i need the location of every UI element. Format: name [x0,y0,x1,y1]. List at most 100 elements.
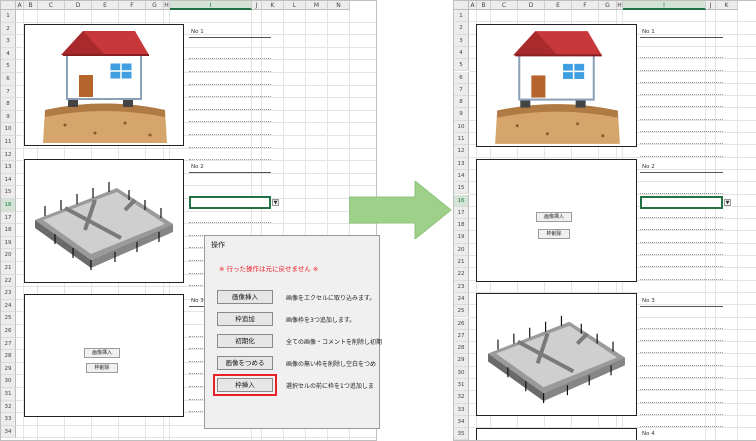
column-header-k[interactable]: K [262,1,284,10]
row-header-33[interactable]: 33 [454,403,469,416]
row-header-19[interactable]: 19 [1,236,16,250]
select-all-corner[interactable] [454,1,469,10]
comment-line[interactable] [640,118,723,120]
initialize-button[interactable]: 初期化 [217,334,273,348]
row-header-3[interactable]: 3 [454,34,469,47]
column-header-f[interactable]: F [119,1,146,10]
comment-line[interactable] [189,159,271,161]
column-header-m[interactable]: M [306,1,328,10]
comment-line[interactable] [640,131,723,132]
row-header-13[interactable]: 13 [1,161,16,174]
row-header-21[interactable]: 21 [1,262,16,275]
comment-line[interactable] [640,192,723,194]
row-header-28[interactable]: 28 [454,342,469,355]
row-header-10[interactable]: 10 [1,123,16,136]
row-header-34[interactable]: 34 [1,425,16,439]
delete-frame-button[interactable]: 枠削除 [86,363,118,373]
row-header-4[interactable]: 4 [1,47,16,61]
row-header-28[interactable]: 28 [1,350,16,363]
column-header-d[interactable]: D [65,1,92,10]
comment-line[interactable] [189,134,271,135]
row-header-5[interactable]: 5 [454,59,469,72]
comment-line[interactable] [189,121,271,123]
comment-line[interactable] [640,69,723,71]
dropdown-arrow-icon[interactable]: ▼ [724,199,731,206]
row-header-31[interactable]: 31 [1,388,16,401]
image-frame-3[interactable] [476,293,637,416]
row-header-8[interactable]: 8 [1,98,16,111]
comment-line[interactable] [640,377,723,378]
row-header-1[interactable]: 1 [454,10,469,23]
row-header-29[interactable]: 29 [1,362,16,376]
column-header-c[interactable]: C [38,1,65,10]
row-header-22[interactable]: 22 [1,274,16,288]
column-header-g[interactable]: G [599,1,617,10]
comment-line[interactable] [640,254,723,255]
row-header-31[interactable]: 31 [454,379,469,392]
column-header-c[interactable]: C [491,1,518,10]
row-header-33[interactable]: 33 [1,413,16,426]
row-header-20[interactable]: 20 [1,249,16,262]
column-header-b[interactable]: B [24,1,38,10]
row-header-32[interactable]: 32 [454,391,469,404]
comment-line[interactable] [640,413,723,415]
row-header-13[interactable]: 13 [454,157,469,170]
insert-image-dialog-button[interactable]: 画像挿入 [217,290,273,304]
row-header-25[interactable]: 25 [1,312,16,325]
row-header-27[interactable]: 27 [1,337,16,351]
image-frame-1[interactable] [476,24,637,147]
column-header-i[interactable]: I [623,1,706,10]
row-header-15[interactable]: 15 [1,186,16,199]
row-header-15[interactable]: 15 [454,182,469,195]
column-header-l[interactable]: L [284,1,306,10]
comment-line[interactable] [189,96,271,98]
row-header-26[interactable]: 26 [454,317,469,330]
column-header-j[interactable]: J [252,1,262,10]
row-header-18[interactable]: 18 [1,224,16,237]
column-header-n[interactable]: N [328,1,350,10]
row-header-14[interactable]: 14 [1,173,16,187]
comment-line[interactable] [189,71,271,72]
column-header-e[interactable]: E [92,1,119,10]
comment-line[interactable] [640,106,723,108]
comment-line[interactable] [640,266,723,268]
insert-frame-button[interactable]: 枠挿入 [217,378,273,392]
comment-line[interactable] [640,143,723,145]
comment-line[interactable] [640,389,723,391]
comment-line[interactable] [640,340,723,342]
row-header-30[interactable]: 30 [1,375,16,388]
row-header-34[interactable]: 34 [454,415,469,429]
comment-line[interactable] [189,146,271,148]
row-header-11[interactable]: 11 [454,133,469,146]
selected-cell[interactable] [640,196,723,209]
column-header-e[interactable]: E [545,1,572,10]
row-header-16[interactable]: 16 [454,194,469,207]
row-header-7[interactable]: 7 [454,83,469,97]
row-header-18[interactable]: 18 [454,219,469,232]
row-header-29[interactable]: 29 [454,354,469,367]
image-frame-4[interactable] [476,428,637,440]
row-header-32[interactable]: 32 [1,400,16,414]
row-header-27[interactable]: 27 [454,329,469,343]
comment-line[interactable] [189,83,271,85]
comment-line[interactable] [640,57,723,59]
row-header-10[interactable]: 10 [454,120,469,133]
column-header-k[interactable]: K [716,1,738,10]
column-header-i[interactable]: I [170,1,252,10]
row-header-24[interactable]: 24 [454,292,469,306]
column-header-a[interactable]: A [16,1,24,10]
image-frame-1[interactable] [24,24,184,146]
row-header-23[interactable]: 23 [1,287,16,300]
row-header-1[interactable]: 1 [1,10,16,23]
row-header-12[interactable]: 12 [454,145,469,158]
row-header-22[interactable]: 22 [454,268,469,281]
comment-line[interactable] [189,108,271,110]
add-frames-button[interactable]: 枠追加 [217,312,273,326]
row-header-17[interactable]: 17 [454,206,469,220]
column-header-j[interactable]: J [706,1,716,10]
column-header-d[interactable]: D [518,1,545,10]
insert-image-button[interactable]: 画像挿入 [536,212,572,222]
column-header-f[interactable]: F [572,1,599,10]
row-header-7[interactable]: 7 [1,85,16,99]
row-header-21[interactable]: 21 [454,256,469,269]
